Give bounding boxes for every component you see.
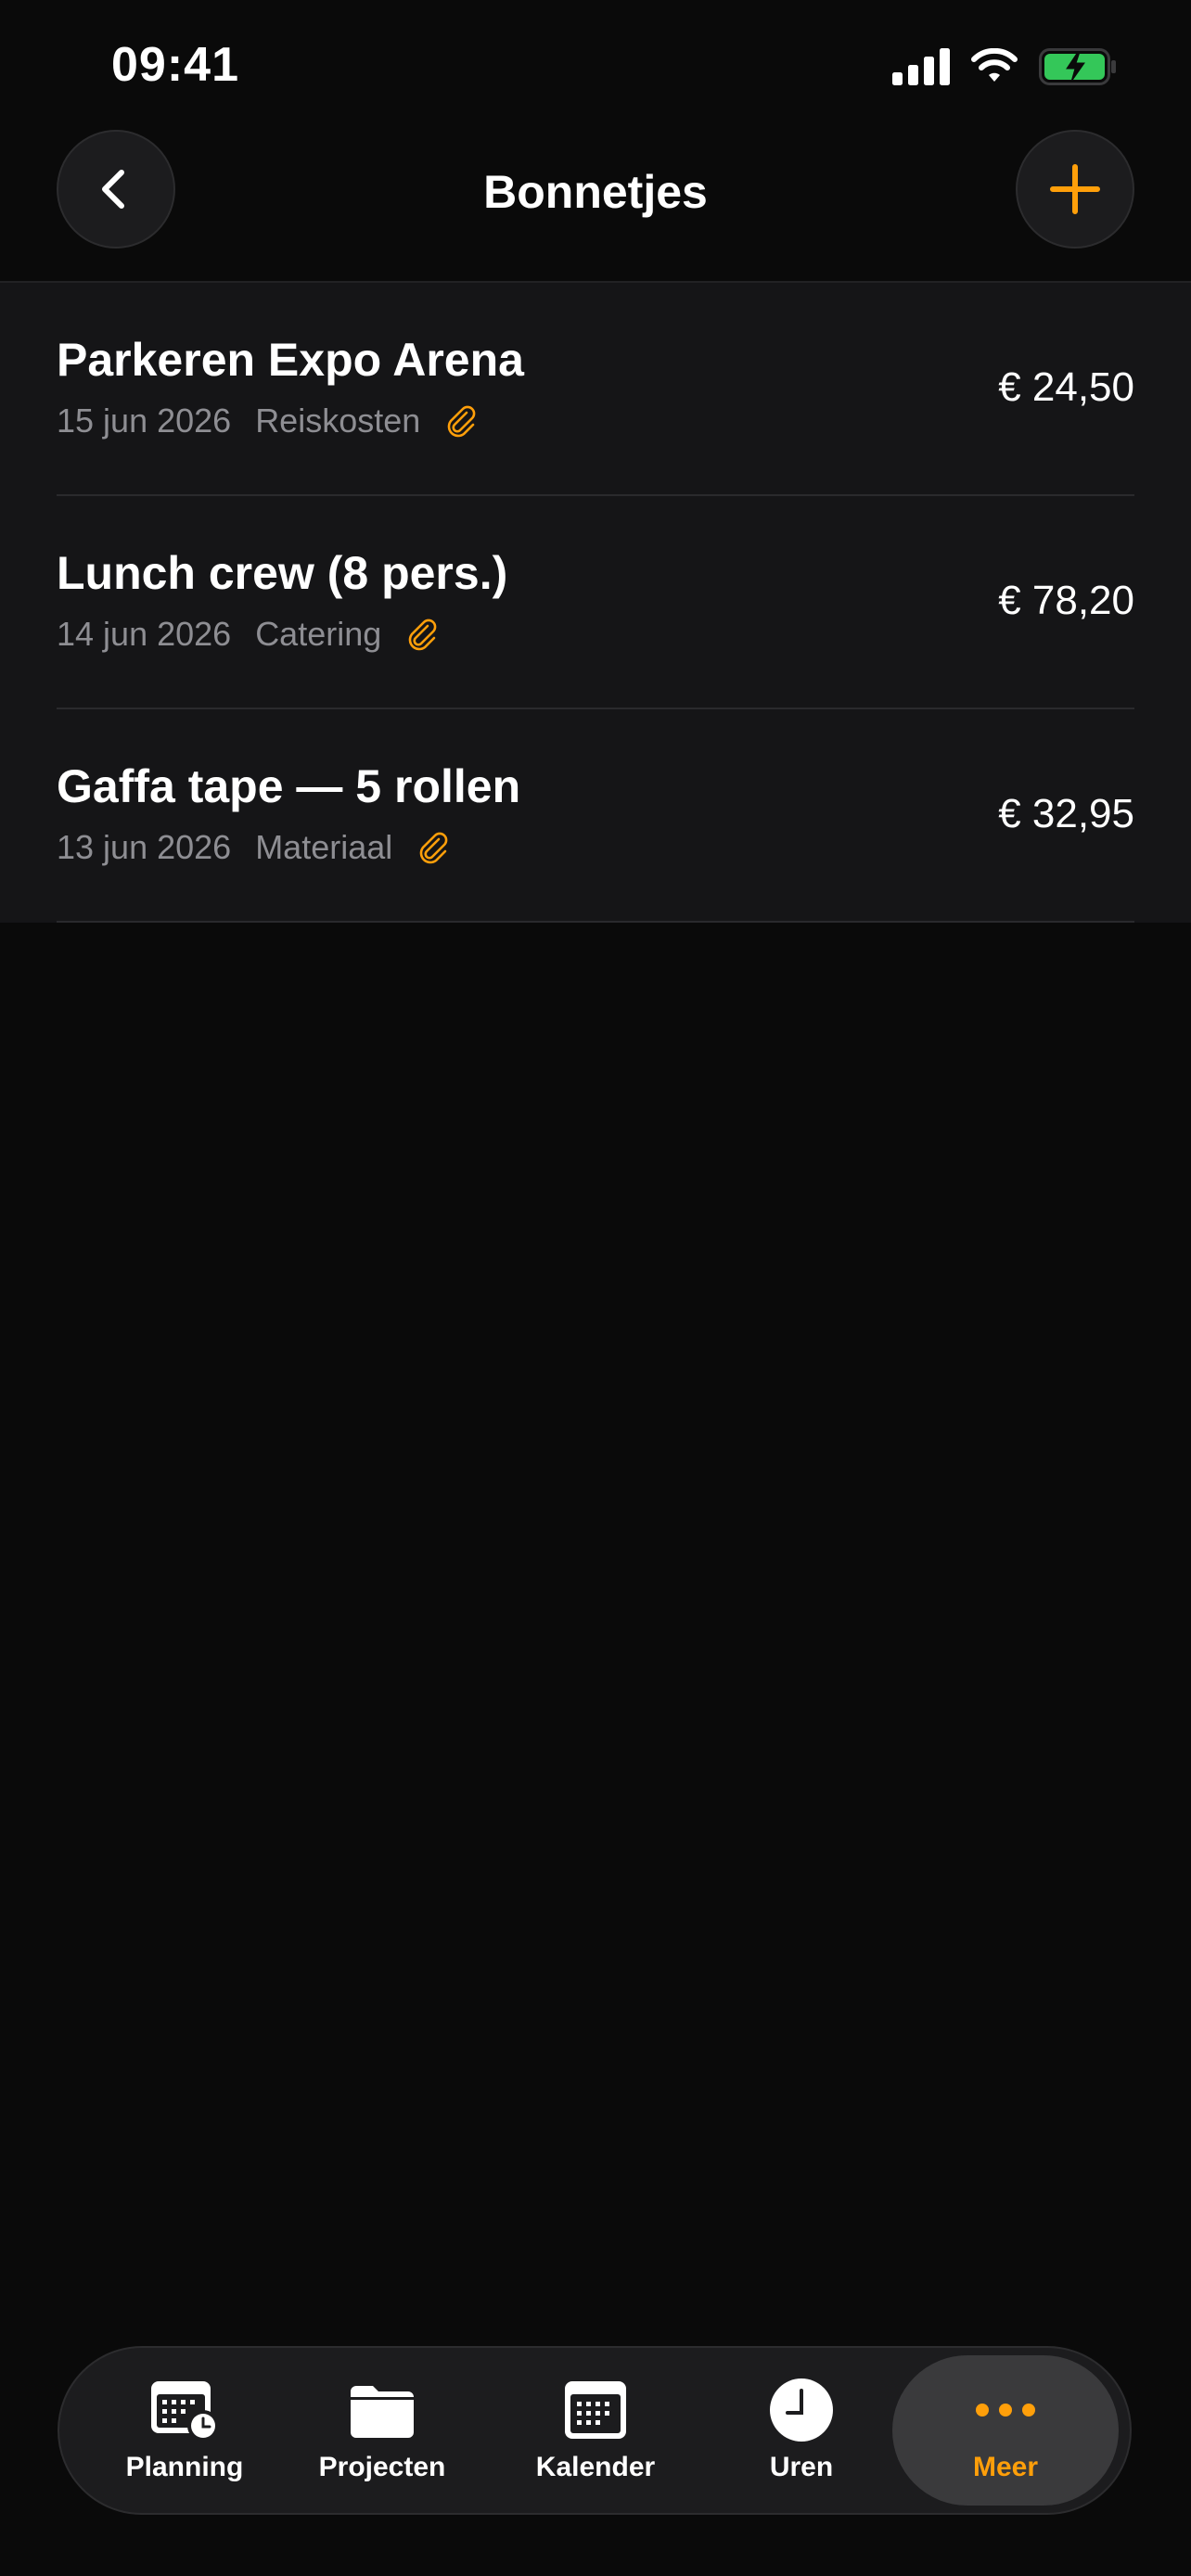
tab-label: Uren: [769, 2452, 834, 2482]
tab-label: Meer: [972, 2452, 1039, 2482]
nav-bar: Bonnetjes: [0, 130, 1191, 282]
tab-label: Projecten: [318, 2452, 446, 2482]
status-icons: [892, 48, 1117, 85]
paperclip-icon: [409, 618, 437, 651]
cellular-signal-icon: [892, 48, 950, 85]
receipt-row[interactable]: Lunch crew (8 pers.) 14 jun 2026 Caterin…: [0, 496, 1191, 709]
tab-kalender[interactable]: Kalender: [521, 2348, 670, 2513]
receipt-category: Catering: [255, 615, 382, 653]
wifi-icon: [971, 48, 1018, 82]
tab-uren[interactable]: Uren: [727, 2348, 876, 2513]
clock-icon: [766, 2378, 837, 2442]
receipt-row[interactable]: Gaffa tape — 5 rollen 13 jun 2026 Materi…: [0, 709, 1191, 923]
paperclip-icon: [448, 405, 476, 438]
receipt-title: Gaffa tape — 5 rollen: [57, 760, 521, 812]
receipt-date: 13 jun 2026: [57, 828, 232, 866]
tab-label: Planning: [125, 2452, 244, 2482]
status-bar: 09:41: [0, 0, 1191, 130]
tab-meer[interactable]: Meer: [892, 2355, 1119, 2506]
status-time: 09:41: [111, 38, 239, 92]
tab-label: Kalender: [535, 2452, 656, 2482]
receipt-category: Reiskosten: [255, 402, 421, 440]
row-divider: [57, 921, 1134, 923]
receipt-meta: 14 jun 2026 Catering: [57, 615, 439, 654]
battery-charging-icon: [1039, 48, 1116, 85]
receipt-list: Parkeren Expo Arena 15 jun 2026 Reiskost…: [0, 283, 1191, 923]
calendar-clock-icon: [149, 2378, 220, 2442]
receipt-date: 14 jun 2026: [57, 615, 232, 653]
paperclip-icon: [420, 832, 448, 864]
add-receipt-button[interactable]: [1016, 130, 1134, 249]
folder-icon: [347, 2378, 417, 2442]
receipt-amount: € 78,20: [998, 578, 1134, 623]
receipt-row[interactable]: Parkeren Expo Arena 15 jun 2026 Reiskost…: [0, 283, 1191, 496]
page-title: Bonnetjes: [483, 166, 708, 218]
tab-projecten[interactable]: Projecten: [308, 2348, 456, 2513]
calendar-icon: [560, 2378, 631, 2442]
receipt-date: 15 jun 2026: [57, 402, 232, 440]
receipt-category: Materiaal: [255, 828, 393, 866]
receipt-meta: 15 jun 2026 Reiskosten: [57, 402, 478, 440]
receipt-amount: € 32,95: [998, 791, 1134, 836]
tab-planning[interactable]: Planning: [115, 2348, 254, 2513]
plus-icon: [1050, 164, 1100, 214]
receipt-amount: € 24,50: [998, 364, 1134, 410]
receipt-meta: 13 jun 2026 Materiaal: [57, 828, 450, 867]
tab-bar: Planning Projecten Kalender Uren Meer: [58, 2346, 1132, 2515]
receipt-title: Lunch crew (8 pers.): [57, 547, 508, 599]
receipt-title: Parkeren Expo Arena: [57, 334, 524, 386]
more-dots-icon: [970, 2378, 1041, 2442]
